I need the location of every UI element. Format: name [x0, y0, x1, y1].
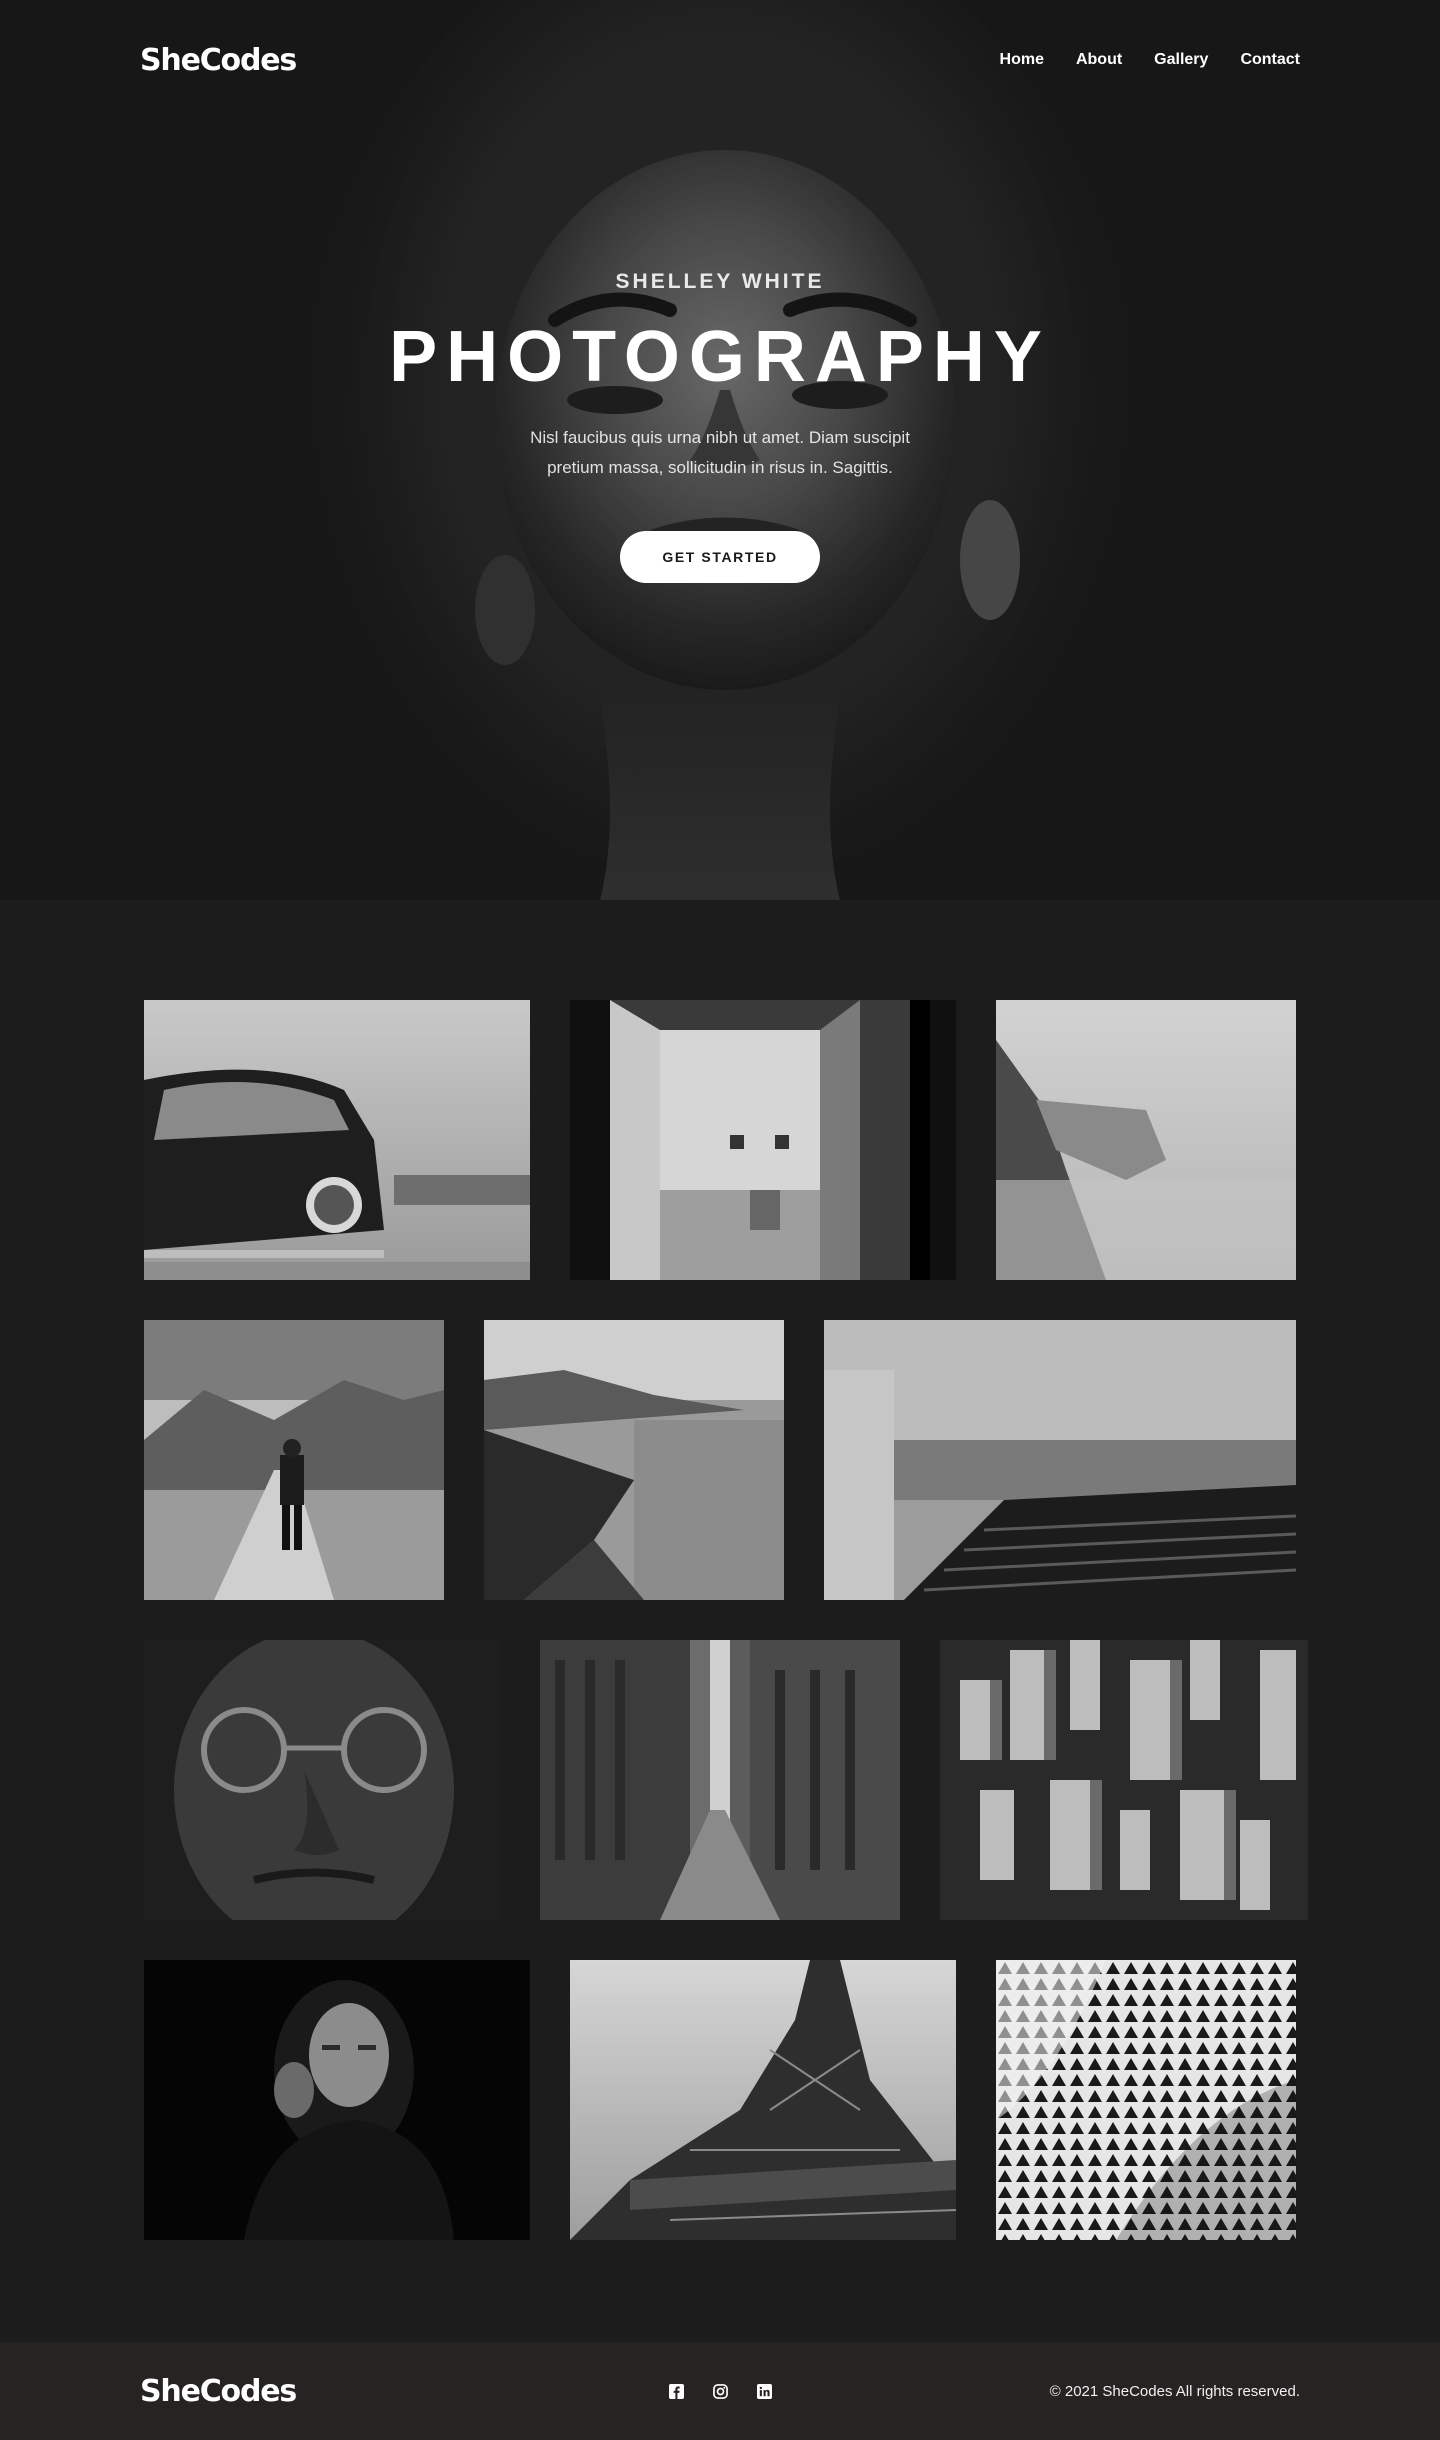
- hero-title: PHOTOGRAPHY: [389, 317, 1051, 397]
- woman-portrait-photo[interactable]: [144, 1960, 530, 2240]
- patterned-facade-photo[interactable]: [996, 1960, 1296, 2240]
- main-nav: Home About Gallery Contact: [1000, 51, 1300, 69]
- hero-content: SHELLEY WHITE PHOTOGRAPHY Nisl faucibus …: [0, 270, 1440, 584]
- site-header: SheCodes Home About Gallery Contact: [0, 0, 1440, 120]
- gallery-hallway-photo[interactable]: [570, 1000, 956, 1280]
- social-links: [668, 2382, 774, 2400]
- concrete-stairs-photo[interactable]: [824, 1320, 1296, 1600]
- sea-cliff-photo[interactable]: [996, 1000, 1296, 1280]
- gallery-section: [0, 900, 1440, 2342]
- facebook-icon[interactable]: [668, 2382, 686, 2400]
- nav-gallery[interactable]: Gallery: [1154, 51, 1208, 69]
- vintage-car-photo[interactable]: [144, 1000, 530, 1280]
- city-street-photo[interactable]: [540, 1640, 900, 1920]
- desert-road-man-photo[interactable]: [144, 1320, 444, 1600]
- lake-coast-photo[interactable]: [484, 1320, 784, 1600]
- hero-section: SHELLEY WHITE PHOTOGRAPHY Nisl faucibus …: [0, 0, 1440, 900]
- nav-contact[interactable]: Contact: [1240, 51, 1300, 69]
- nav-about[interactable]: About: [1076, 51, 1122, 69]
- site-footer: SheCodes © 2021 SheCodes All rights rese…: [0, 2342, 1440, 2440]
- instagram-icon[interactable]: [712, 2382, 730, 2400]
- eiffel-tower-photo[interactable]: [570, 1960, 956, 2240]
- nav-home[interactable]: Home: [1000, 51, 1044, 69]
- linkedin-icon[interactable]: [756, 2382, 774, 2400]
- logo[interactable]: SheCodes: [140, 43, 297, 78]
- man-glasses-portrait-photo[interactable]: [144, 1640, 500, 1920]
- hero-kicker: SHELLEY WHITE: [615, 270, 825, 293]
- hero-description: Nisl faucibus quis urna nibh ut amet. Di…: [530, 428, 910, 478]
- footer-logo[interactable]: SheCodes: [140, 2374, 297, 2409]
- aerial-skyscrapers-photo[interactable]: [940, 1640, 1308, 1920]
- get-started-button[interactable]: GET STARTED: [620, 531, 820, 584]
- copyright-text: © 2021 SheCodes All rights reserved.: [1049, 2382, 1300, 2400]
